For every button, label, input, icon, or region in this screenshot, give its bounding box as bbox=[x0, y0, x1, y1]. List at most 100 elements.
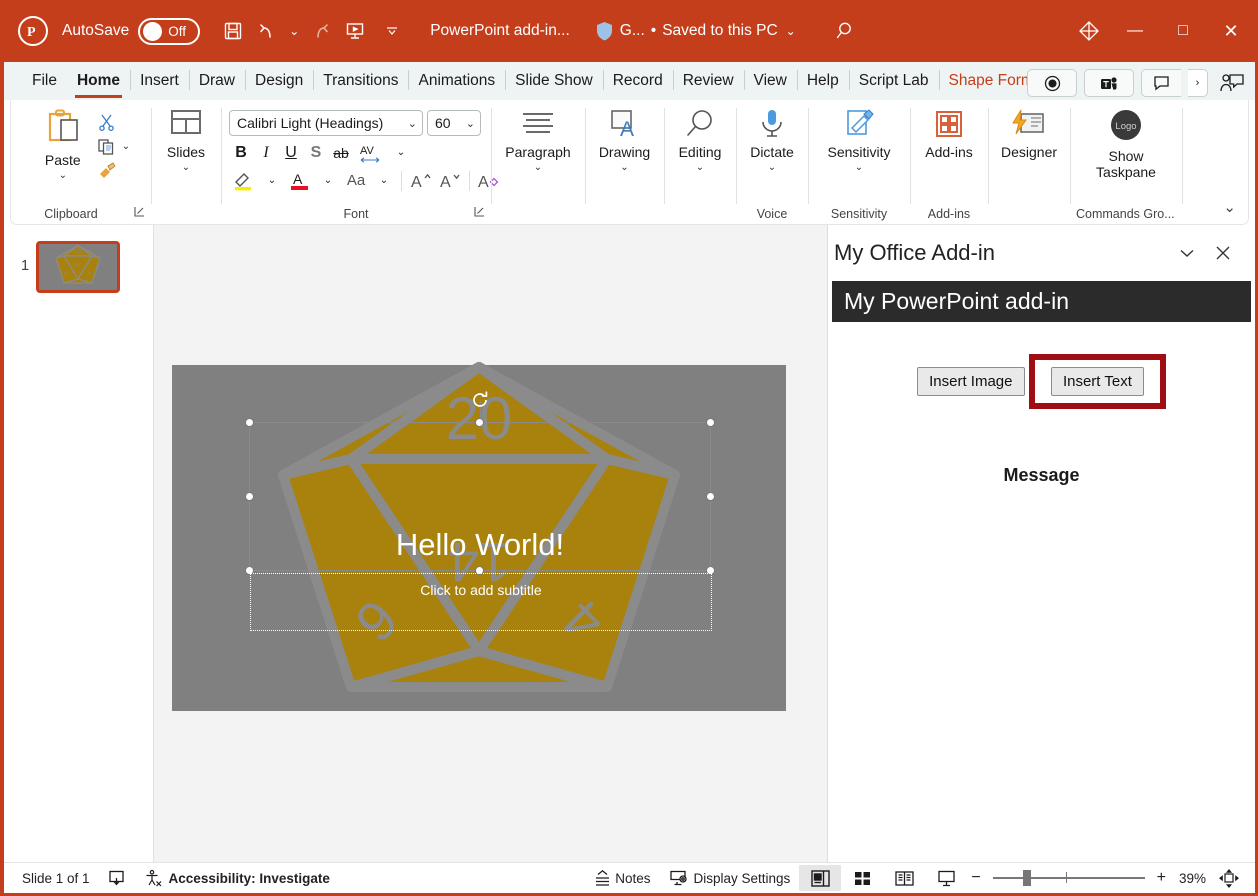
paragraph-button[interactable]: Paragraph ⌄ bbox=[494, 106, 582, 173]
taskpane-collapse-button[interactable] bbox=[1169, 235, 1205, 271]
view-slideshow-button[interactable] bbox=[925, 865, 967, 891]
autosave-toggle[interactable]: Off bbox=[138, 17, 201, 45]
insert-text-button[interactable]: Insert Text bbox=[1050, 367, 1144, 396]
copy-button[interactable] bbox=[94, 134, 120, 158]
display-settings-button[interactable]: Display Settings bbox=[660, 863, 800, 894]
resize-handle-top-right[interactable] bbox=[706, 418, 715, 427]
font-color-button[interactable]: A bbox=[285, 168, 315, 193]
undo-icon[interactable] bbox=[250, 14, 284, 48]
copy-chevron-icon[interactable]: ⌄ bbox=[122, 141, 130, 152]
decrease-font-size-button[interactable]: A bbox=[436, 168, 464, 193]
slide-canvas[interactable]: 20 14 6 4 Hello World! Click to add subt… bbox=[172, 362, 786, 711]
increase-font-size-button[interactable]: A bbox=[407, 168, 435, 193]
rotate-handle-icon[interactable] bbox=[469, 389, 491, 411]
tab-view[interactable]: View bbox=[743, 62, 797, 100]
font-size-combobox[interactable]: 60 ⌄ bbox=[427, 110, 481, 136]
editing-button[interactable]: Editing ⌄ bbox=[666, 106, 734, 173]
tab-help[interactable]: Help bbox=[796, 62, 849, 100]
resize-handle-middle-right[interactable] bbox=[706, 491, 715, 501]
strikethrough-button[interactable]: ab bbox=[329, 140, 353, 165]
font-color-chevron-icon[interactable]: ⌄ bbox=[316, 168, 340, 193]
undo-chevron-icon[interactable]: ⌄ bbox=[284, 14, 304, 48]
designer-button[interactable]: Designer bbox=[990, 106, 1068, 161]
add-ins-button[interactable]: Add-ins bbox=[913, 106, 985, 161]
search-button[interactable] bbox=[834, 19, 858, 43]
font-dialog-launcher-icon[interactable] bbox=[474, 206, 485, 220]
tab-home[interactable]: Home bbox=[67, 62, 130, 100]
bold-button[interactable]: B bbox=[229, 140, 253, 165]
taskpane-close-button[interactable] bbox=[1205, 235, 1241, 271]
tab-script-lab[interactable]: Script Lab bbox=[848, 62, 939, 100]
tab-transitions[interactable]: Transitions bbox=[313, 62, 408, 100]
comments-button[interactable] bbox=[1141, 69, 1181, 97]
tab-draw[interactable]: Draw bbox=[188, 62, 245, 100]
paragraph-chevron-icon[interactable]: ⌄ bbox=[534, 162, 542, 173]
sensitivity-button[interactable]: Sensitivity ⌄ bbox=[811, 106, 907, 173]
slide-count[interactable]: Slide 1 of 1 bbox=[4, 863, 99, 894]
customize-quick-access-icon[interactable] bbox=[382, 14, 402, 48]
zoom-slider[interactable] bbox=[992, 868, 1145, 888]
cut-button[interactable] bbox=[94, 110, 120, 134]
document-title[interactable]: PowerPoint add-in... bbox=[430, 22, 570, 40]
comments-overflow-chevron[interactable]: › bbox=[1188, 69, 1208, 97]
text-highlight-chevron-icon[interactable]: ⌄ bbox=[260, 168, 284, 193]
underline-button[interactable]: U bbox=[279, 140, 303, 165]
slides-button[interactable]: Slides ⌄ bbox=[155, 106, 217, 173]
tab-insert[interactable]: Insert bbox=[130, 62, 189, 100]
tab-record[interactable]: Record bbox=[602, 62, 673, 100]
maximize-button[interactable]: □ bbox=[1159, 0, 1207, 62]
zoom-out-button[interactable]: − bbox=[967, 863, 984, 894]
change-case-button[interactable]: Aa bbox=[341, 168, 371, 193]
tab-file[interactable]: File bbox=[22, 62, 67, 100]
view-reading-button[interactable] bbox=[883, 865, 925, 891]
change-case-chevron-icon[interactable]: ⌄ bbox=[372, 168, 396, 193]
subtitle-placeholder[interactable]: Click to add subtitle bbox=[250, 573, 712, 631]
paste-button[interactable]: Paste ⌄ bbox=[32, 106, 94, 182]
drawing-button[interactable]: A Drawing ⌄ bbox=[588, 106, 662, 173]
show-taskpane-button[interactable]: Logo Show Taskpane bbox=[1074, 106, 1178, 180]
view-normal-button[interactable] bbox=[799, 865, 842, 891]
insert-image-button[interactable]: Insert Image bbox=[917, 367, 1025, 396]
share-button[interactable] bbox=[1215, 69, 1249, 97]
office-diamond-icon[interactable] bbox=[1067, 20, 1111, 42]
clipboard-dialog-launcher-icon[interactable] bbox=[134, 206, 145, 220]
start-presentation-icon[interactable] bbox=[338, 14, 372, 48]
zoom-in-button[interactable]: + bbox=[1153, 863, 1170, 894]
editing-chevron-icon[interactable]: ⌄ bbox=[696, 162, 704, 173]
character-spacing-button[interactable]: AV bbox=[354, 140, 388, 165]
save-icon[interactable] bbox=[216, 14, 250, 48]
font-name-chevron-icon[interactable]: ⌄ bbox=[408, 117, 417, 130]
tab-animations[interactable]: Animations bbox=[408, 62, 505, 100]
paste-chevron-icon[interactable]: ⌄ bbox=[59, 170, 67, 181]
text-highlight-button[interactable] bbox=[229, 168, 259, 193]
font-size-chevron-icon[interactable]: ⌄ bbox=[466, 117, 475, 130]
format-painter-button[interactable] bbox=[94, 158, 120, 182]
resize-handle-top-center[interactable] bbox=[475, 418, 484, 427]
accessibility-status[interactable]: Accessibility: Investigate bbox=[135, 863, 339, 894]
tab-review[interactable]: Review bbox=[672, 62, 744, 100]
zoom-slider-thumb[interactable] bbox=[1022, 870, 1031, 886]
slide-thumbnail-1[interactable]: 20 14 6 4 bbox=[36, 241, 120, 293]
resize-handle-middle-left[interactable] bbox=[245, 491, 254, 501]
record-button[interactable] bbox=[1027, 69, 1077, 97]
slides-chevron-icon[interactable]: ⌄ bbox=[182, 162, 190, 173]
tab-design[interactable]: Design bbox=[245, 62, 313, 100]
tab-slide-show[interactable]: Slide Show bbox=[505, 62, 603, 100]
resize-handle-top-left[interactable] bbox=[245, 418, 254, 427]
text-shadow-button[interactable]: S bbox=[304, 140, 328, 165]
dictate-button[interactable]: Dictate ⌄ bbox=[738, 106, 806, 173]
font-name-combobox[interactable]: Calibri Light (Headings) ⌄ bbox=[229, 110, 423, 136]
notes-page-button[interactable] bbox=[99, 863, 135, 894]
fit-slide-button[interactable] bbox=[1210, 863, 1255, 894]
italic-button[interactable]: I bbox=[254, 140, 278, 165]
minimize-button[interactable]: — bbox=[1111, 0, 1159, 62]
close-button[interactable]: ✕ bbox=[1207, 0, 1255, 62]
save-status[interactable]: G... • Saved to this PC ⌄ bbox=[596, 21, 796, 41]
notes-button[interactable]: Notes bbox=[584, 863, 659, 894]
sensitivity-chevron-icon[interactable]: ⌄ bbox=[855, 162, 863, 173]
dictate-chevron-icon[interactable]: ⌄ bbox=[768, 162, 776, 173]
character-spacing-chevron-icon[interactable]: ⌄ bbox=[389, 140, 413, 165]
title-placeholder[interactable]: Hello World! bbox=[245, 391, 715, 575]
zoom-level[interactable]: 39% bbox=[1170, 863, 1210, 894]
drawing-chevron-icon[interactable]: ⌄ bbox=[620, 162, 628, 173]
